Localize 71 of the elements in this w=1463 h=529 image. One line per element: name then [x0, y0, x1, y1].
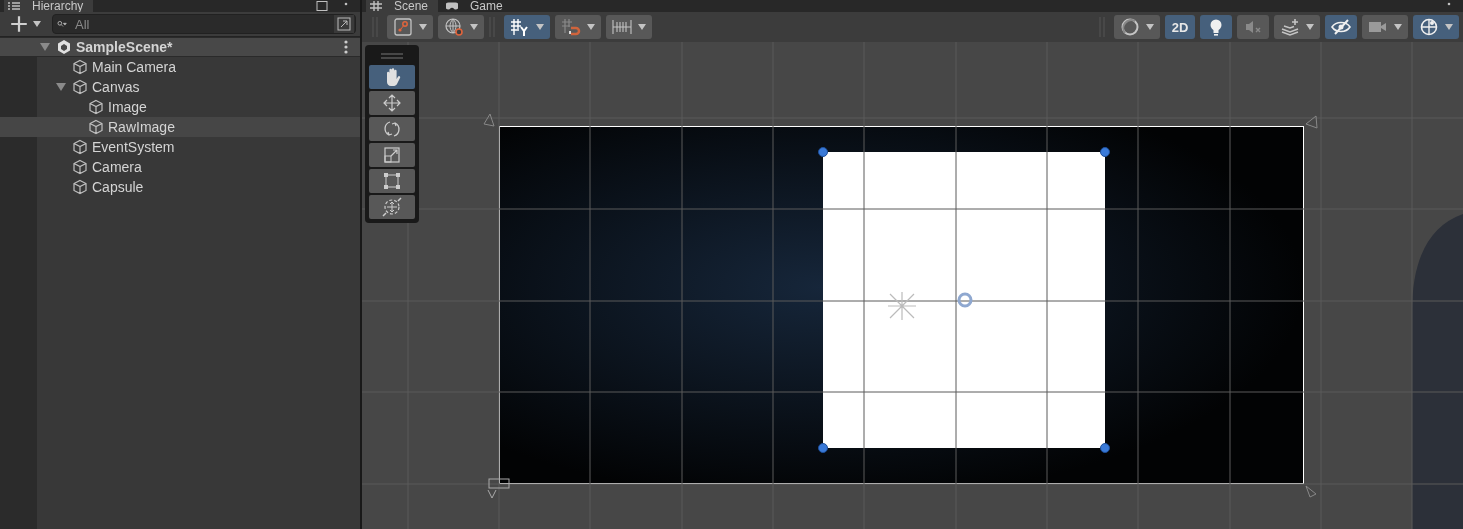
- pivot-icon: [392, 17, 414, 37]
- plus-icon: [8, 14, 30, 34]
- grid-icon: [509, 17, 531, 37]
- hash-icon: [370, 1, 382, 11]
- gamepad-icon: [446, 1, 459, 11]
- tree-item[interactable]: EventSystem: [0, 137, 360, 157]
- anchor-marker: [1305, 115, 1318, 129]
- tree-item[interactable]: Main Camera: [0, 57, 360, 77]
- expand-arrow-icon[interactable]: [56, 82, 66, 92]
- expand-arrow-icon[interactable]: [40, 42, 50, 52]
- scene-view-tab[interactable]: Scene: [366, 0, 439, 12]
- anchor-icon: [887, 291, 917, 321]
- scale-icon: [382, 145, 402, 165]
- resize-handle[interactable]: [1100, 443, 1110, 453]
- list-icon: [8, 1, 20, 11]
- toolbar-button[interactable]: [1362, 15, 1408, 39]
- tool-button[interactable]: [369, 65, 415, 89]
- maximize-icon[interactable]: [316, 1, 328, 11]
- toolbar-button[interactable]: [606, 15, 652, 39]
- move-arrows-icon: [382, 93, 402, 113]
- cube-icon: [72, 79, 88, 95]
- more-icon[interactable]: [344, 40, 348, 54]
- caret-icon: [32, 20, 42, 28]
- tool-button[interactable]: [369, 169, 415, 193]
- grid-magnet-icon: [560, 17, 582, 37]
- cube-icon: [72, 139, 88, 155]
- tool-button[interactable]: [369, 143, 415, 167]
- toolbar-button[interactable]: [1200, 15, 1232, 39]
- resize-handle[interactable]: [1100, 147, 1110, 157]
- ruler-icon: [611, 17, 633, 37]
- anchor-marker: [487, 478, 510, 499]
- toolbar-button[interactable]: [1274, 15, 1320, 39]
- cube-icon: [72, 179, 88, 195]
- toolbar-button[interactable]: [555, 15, 601, 39]
- cube-icon: [72, 59, 88, 75]
- hierarchy-tab[interactable]: Hierarchy: [4, 0, 94, 12]
- hidden-eye-icon: [1330, 17, 1352, 37]
- toolbar-button[interactable]: [1413, 15, 1459, 39]
- tree-item[interactable]: Image: [0, 97, 360, 117]
- resize-handle[interactable]: [818, 443, 828, 453]
- toolbar-button[interactable]: [1325, 15, 1357, 39]
- cube-icon: [72, 159, 88, 175]
- pivot-handle[interactable]: [957, 292, 973, 308]
- anchor-marker: [483, 113, 495, 127]
- layers-icon: [1279, 17, 1301, 37]
- gizmo-icon: [1418, 17, 1440, 37]
- toolbar-button[interactable]: [387, 15, 433, 39]
- mode-2d-button[interactable]: 2D: [1165, 15, 1195, 39]
- tool-button[interactable]: [369, 195, 415, 219]
- resize-handle[interactable]: [818, 147, 828, 157]
- tool-button[interactable]: [369, 91, 415, 115]
- search-field[interactable]: All: [52, 14, 356, 34]
- tool-button[interactable]: [369, 117, 415, 141]
- toolbar-button[interactable]: [438, 15, 484, 39]
- scene-search-icon[interactable]: [333, 15, 355, 33]
- tree-item[interactable]: Capsule: [0, 177, 360, 197]
- toolbar-button[interactable]: [504, 15, 550, 39]
- globe-icon: [443, 17, 465, 37]
- search-icon: [57, 20, 67, 28]
- scene-row[interactable]: SampleScene*: [0, 37, 360, 57]
- shading-sphere-icon: [1119, 17, 1141, 37]
- cube-icon: [88, 119, 104, 135]
- transform-icon: [382, 197, 402, 217]
- rotate-icon: [382, 119, 402, 139]
- toolbar-button[interactable]: [1114, 15, 1160, 39]
- rect-tool-icon: [382, 171, 402, 191]
- cube-icon: [88, 99, 104, 115]
- anchor-marker: [1305, 485, 1317, 498]
- tree-item[interactable]: Canvas: [0, 77, 360, 97]
- tree-item[interactable]: RawImage: [0, 117, 360, 137]
- tree-item[interactable]: Camera: [0, 157, 360, 177]
